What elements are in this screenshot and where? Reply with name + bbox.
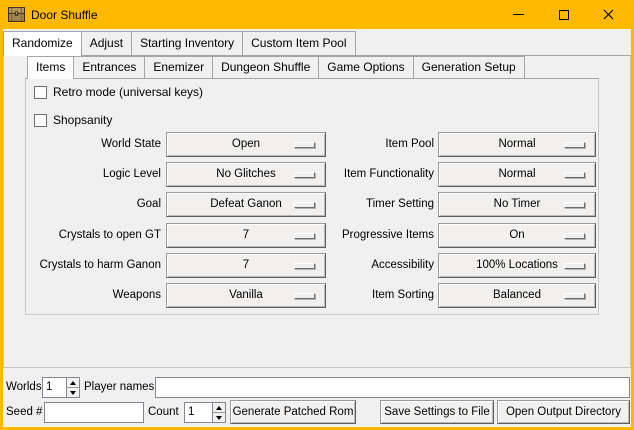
crystals-ganon-label: Crystals to harm Ganon [40,253,161,278]
shopsanity-row: Shopsanity [34,112,112,128]
subtab-entrances[interactable]: Entrances [73,56,145,78]
crystals-ganon-dropdown[interactable]: 7 [166,253,326,278]
close-icon [603,9,614,20]
dropdown-indicator-icon [564,233,585,239]
dropdown-indicator-icon [564,142,585,148]
subtab-dungeon-shuffle[interactable]: Dungeon Shuffle [212,56,319,78]
option-row: Weapons Vanilla Item Sorting Balanced [26,283,600,308]
retro-mode-row: Retro mode (universal keys) [34,84,203,100]
count-label: Count [148,402,179,423]
door-shuffle-window: Door Shuffle Randomize Adjust Starting I… [0,0,634,430]
progressive-items-dropdown[interactable]: On [438,223,596,248]
dropdown-indicator-icon [564,293,585,299]
seed-label: Seed # [6,402,42,423]
dropdown-indicator-icon [564,172,585,178]
item-sorting-label: Item Sorting [372,283,434,308]
subtab-generation-setup[interactable]: Generation Setup [413,56,525,78]
item-functionality-dropdown[interactable]: Normal [438,162,596,187]
dropdown-indicator-icon [294,172,315,178]
weapons-label: Weapons [113,283,161,308]
goal-label: Goal [137,192,161,217]
goal-dropdown[interactable]: Defeat Ganon [166,192,326,217]
subtab-enemizer[interactable]: Enemizer [144,56,213,78]
caption-buttons [496,0,631,29]
tab-custom-item-pool[interactable]: Custom Item Pool [242,31,355,55]
maximize-button[interactable] [541,0,586,29]
timer-setting-label: Timer Setting [366,192,434,217]
subtab-game-options[interactable]: Game Options [318,56,413,78]
app-chest-icon [8,6,25,23]
option-row: Crystals to harm Ganon 7 Accessibility 1… [26,253,600,278]
count-spinner[interactable]: 1 [184,402,226,423]
shopsanity-checkbox[interactable] [34,114,47,127]
option-row: Goal Defeat Ganon Timer Setting No Timer [26,192,600,217]
arrow-down-icon [70,391,76,395]
items-page: Retro mode (universal keys) Shopsanity W… [25,78,599,315]
crystals-gt-label: Crystals to open GT [59,223,161,248]
crystals-gt-dropdown[interactable]: 7 [166,223,326,248]
shopsanity-label: Shopsanity [53,112,112,128]
arrow-down-icon [216,416,222,420]
item-sorting-dropdown[interactable]: Balanced [438,283,596,308]
maximize-icon [559,10,569,20]
arrow-up-icon [216,406,222,410]
worlds-value[interactable]: 1 [43,378,66,397]
dropdown-indicator-icon [294,142,315,148]
player-names-input[interactable] [155,377,630,398]
titlebar[interactable]: Door Shuffle [0,0,634,29]
count-decrement-button[interactable] [213,413,225,422]
logic-level-label: Logic Level [103,162,161,187]
dropdown-indicator-icon [294,202,315,208]
worlds-label: Worlds [6,377,42,398]
logic-level-dropdown[interactable]: No Glitches [166,162,326,187]
save-settings-button[interactable]: Save Settings to File [380,400,494,424]
count-value[interactable]: 1 [185,403,212,422]
item-functionality-label: Item Functionality [344,162,434,187]
seed-input[interactable] [44,402,144,423]
minimize-icon [513,14,524,15]
worlds-decrement-button[interactable] [67,388,79,397]
dropdown-indicator-icon [564,202,585,208]
option-row: World State Open Item Pool Normal [26,132,600,157]
worlds-increment-button[interactable] [67,378,79,388]
dropdown-indicator-icon [564,263,585,269]
minimize-button[interactable] [496,0,541,29]
worlds-spinner[interactable]: 1 [42,377,80,398]
weapons-dropdown[interactable]: Vanilla [166,283,326,308]
retro-mode-checkbox[interactable] [34,86,47,99]
sub-tab-bar: Items Entrances Enemizer Dungeon Shuffle… [27,56,524,79]
timer-setting-dropdown[interactable]: No Timer [438,192,596,217]
progressive-items-label: Progressive Items [342,223,434,248]
arrow-up-icon [70,381,76,385]
open-output-directory-button[interactable]: Open Output Directory [497,400,630,424]
dropdown-indicator-icon [294,263,315,269]
option-row: Crystals to open GT 7 Progressive Items … [26,223,600,248]
accessibility-label: Accessibility [371,253,434,278]
close-button[interactable] [586,0,631,29]
window-title: Door Shuffle [31,8,98,22]
count-increment-button[interactable] [213,403,225,413]
item-pool-dropdown[interactable]: Normal [438,132,596,157]
dropdown-indicator-icon [294,233,315,239]
player-names-label: Player names [84,377,154,398]
tab-starting-inventory[interactable]: Starting Inventory [131,31,243,55]
option-row: Logic Level No Glitches Item Functionali… [26,162,600,187]
retro-mode-label: Retro mode (universal keys) [53,84,203,100]
subtab-items[interactable]: Items [27,56,74,79]
item-pool-label: Item Pool [385,132,434,157]
tab-adjust[interactable]: Adjust [81,31,132,55]
accessibility-dropdown[interactable]: 100% Locations [438,253,596,278]
generate-patched-rom-button[interactable]: Generate Patched Rom [230,400,356,424]
world-state-dropdown[interactable]: Open [166,132,326,157]
world-state-label: World State [101,132,161,157]
main-tab-bar: Randomize Adjust Starting Inventory Cust… [3,31,355,56]
tab-randomize[interactable]: Randomize [3,31,82,56]
dropdown-indicator-icon [294,293,315,299]
